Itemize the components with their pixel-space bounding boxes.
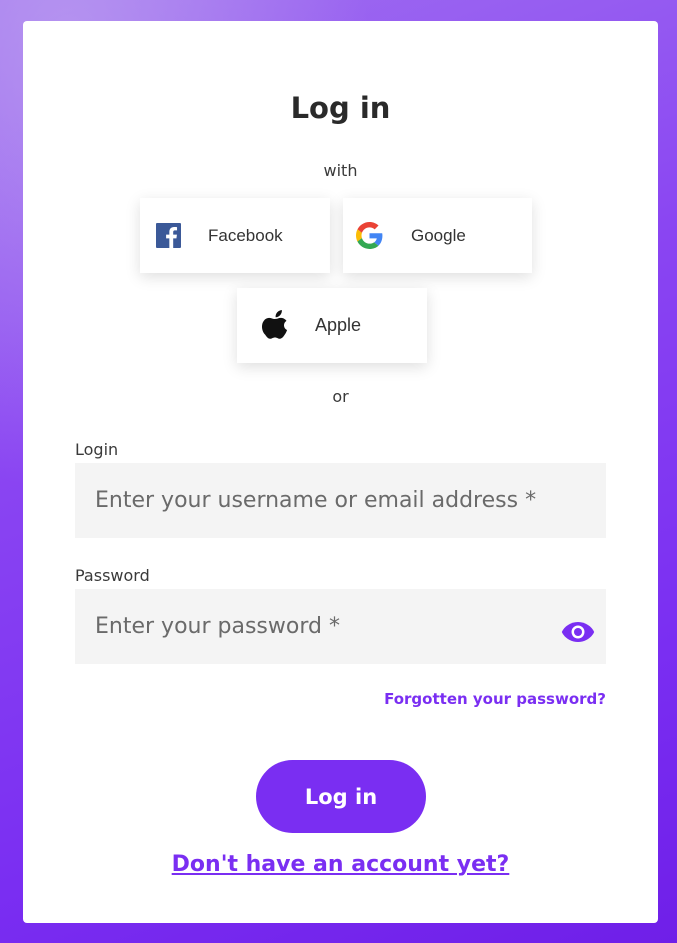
apple-login-button[interactable]: Apple — [237, 288, 427, 363]
google-button-label: Google — [411, 225, 466, 245]
google-login-button[interactable]: Google — [343, 198, 532, 273]
login-card: Log in with Facebook Google Apple or Log… — [23, 21, 658, 923]
forgot-password-link[interactable]: Forgotten your password? — [384, 690, 606, 708]
with-text: with — [323, 161, 358, 180]
login-input[interactable] — [75, 463, 606, 538]
apple-button-label: Apple — [315, 315, 362, 335]
apple-icon — [261, 309, 288, 339]
page-title: Log in — [290, 91, 391, 125]
eye-icon[interactable] — [561, 621, 595, 643]
login-label: Login — [75, 440, 119, 459]
google-icon — [356, 222, 383, 249]
password-label: Password — [75, 566, 150, 585]
facebook-icon — [156, 223, 181, 248]
or-separator: or — [332, 387, 349, 406]
facebook-login-button[interactable]: Facebook — [140, 198, 330, 273]
password-input[interactable] — [75, 589, 606, 664]
facebook-button-label: Facebook — [208, 225, 283, 245]
login-button[interactable]: Log in — [256, 760, 426, 833]
signup-link[interactable]: Don't have an account yet? — [23, 852, 658, 877]
